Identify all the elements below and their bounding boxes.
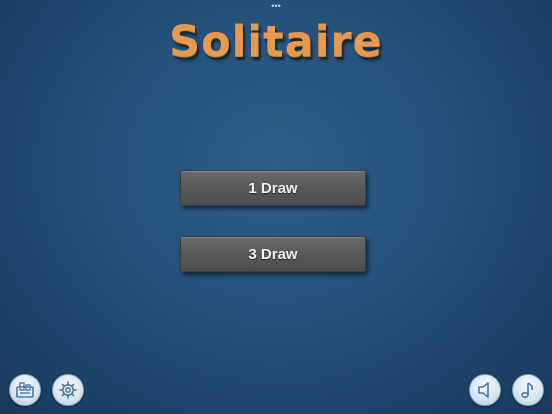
music-button[interactable] [512, 374, 544, 406]
game-title: Solitaire [169, 17, 383, 67]
status-dots: ••• [271, 1, 281, 11]
settings-gear-icon [59, 381, 77, 399]
draw-one-button[interactable]: 1 Draw [180, 170, 366, 206]
music-note-icon [521, 382, 534, 399]
sound-button[interactable] [469, 374, 501, 406]
settings-button[interactable] [52, 374, 84, 406]
stats-button[interactable] [9, 374, 41, 406]
stats-icon [16, 382, 34, 398]
speaker-icon [478, 382, 489, 398]
draw-three-button[interactable]: 3 Draw [180, 236, 366, 272]
